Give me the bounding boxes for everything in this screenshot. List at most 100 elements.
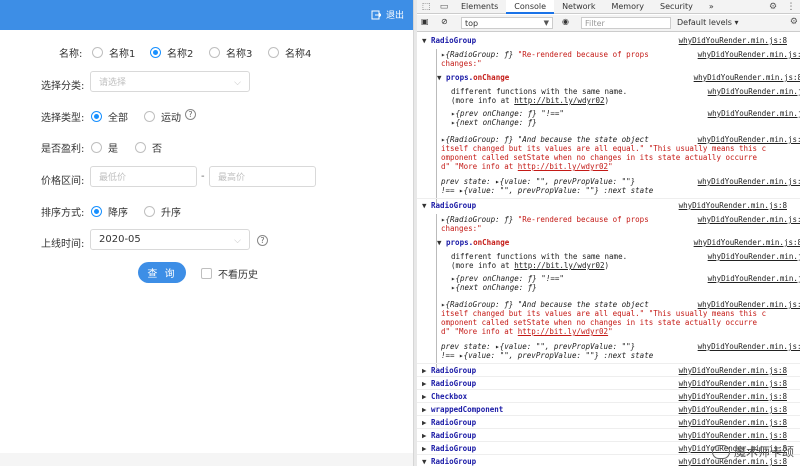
info-link[interactable]: http://bit.ly/wdyr02 bbox=[518, 327, 608, 336]
log-group-header[interactable]: ▼ RadioGroup whyDidYouRender.min.js:8 bbox=[422, 36, 800, 45]
date-value: 2020-05 bbox=[99, 234, 141, 245]
log-object[interactable]: {RadioGroup: ƒ} bbox=[446, 50, 514, 59]
next-state-text[interactable]: !== ▸{value: "", prevPropValue: ""} :nex… bbox=[441, 186, 653, 195]
source-link[interactable]: whyDidYouRender.min.js:8 bbox=[698, 215, 800, 224]
source-link[interactable]: whyDidYouRender.min.js:8 bbox=[679, 418, 787, 427]
kebab-menu-icon[interactable]: ⋮ bbox=[782, 2, 800, 12]
log-group-collapsed[interactable]: ▶ RadioGroup whyDidYouRender.min.js:8 bbox=[422, 379, 800, 388]
source-link[interactable]: whyDidYouRender.min.js:8 bbox=[679, 379, 787, 388]
console-filter-input[interactable]: Filter bbox=[581, 17, 671, 29]
prev-state-text[interactable]: prev state: ▸{value: "", prevPropValue: … bbox=[441, 342, 635, 351]
info-link[interactable]: http://bit.ly/wdyr02 bbox=[518, 162, 608, 171]
log-group-collapsed[interactable]: ▶ RadioGroup whyDidYouRender.min.js:8 bbox=[422, 366, 800, 375]
prop-name: onChange bbox=[473, 73, 510, 82]
query-button[interactable]: 查 询 bbox=[138, 262, 186, 283]
question-icon[interactable]: ? bbox=[185, 109, 196, 120]
log-group-header[interactable]: ▼ RadioGroup whyDidYouRender.min.js:8 bbox=[422, 201, 800, 210]
info-link[interactable]: http://bit.ly/wdyr02 bbox=[514, 96, 604, 105]
price-max-input[interactable]: 最高价 bbox=[209, 166, 316, 187]
radio-name-1[interactable]: 名称1 bbox=[92, 45, 135, 60]
radio-type-sport[interactable]: 运动 bbox=[144, 109, 181, 124]
clear-console-icon[interactable]: ⊘ bbox=[441, 17, 448, 26]
source-link[interactable]: whyDidYouRender.min.js:8 bbox=[679, 36, 787, 45]
log-line: (more info at http://bit.ly/wdyr02) bbox=[451, 96, 800, 105]
source-link[interactable]: whyDidYouRender.min.js:8 bbox=[679, 431, 787, 440]
tab-memory[interactable]: Memory bbox=[603, 0, 652, 14]
app-panel: 退出 名称: 名称1 名称2 名称3 名称4 选择分类: 请选择 ⌵ 选择类型:… bbox=[0, 0, 413, 466]
source-link[interactable]: whyDidYouRender.min.js:8 bbox=[708, 274, 800, 283]
log-subgroup-header[interactable]: ▼ props.onChange whyDidYouRender.min.js:8 bbox=[437, 73, 800, 82]
log-object[interactable]: {prev onChange: ƒ} "!==" bbox=[456, 109, 564, 118]
log-line: omponent called setState when no changes… bbox=[441, 318, 758, 327]
console-log: ▼ RadioGroup whyDidYouRender.min.js:8 ▸{R… bbox=[417, 33, 800, 466]
source-link[interactable]: whyDidYouRender.min.js:8 bbox=[698, 50, 800, 59]
console-settings-icon[interactable]: ⚙ bbox=[790, 17, 798, 27]
radio-name-4[interactable]: 名称4 bbox=[268, 45, 311, 60]
source-link[interactable]: whyDidYouRender.min.js:8 bbox=[679, 392, 787, 401]
log-group-collapsed[interactable]: ▶ wrappedComponent whyDidYouRender.min.js… bbox=[422, 405, 800, 414]
logout-button[interactable]: 退出 bbox=[371, 8, 404, 21]
source-link[interactable]: whyDidYouRender.min.js:8 bbox=[698, 177, 800, 186]
log-object[interactable]: {RadioGroup: ƒ} "And because the state o… bbox=[446, 300, 649, 309]
question-icon[interactable]: ? bbox=[257, 235, 268, 246]
radio-name-2[interactable]: 名称2 bbox=[150, 45, 193, 60]
source-link[interactable]: whyDidYouRender.min.js:8 bbox=[694, 73, 800, 82]
log-line: changes:" bbox=[441, 224, 800, 233]
settings-gear-icon[interactable]: ⚙ bbox=[764, 2, 782, 12]
source-link[interactable]: whyDidYouRender.min.js:8 bbox=[698, 300, 800, 309]
logout-icon bbox=[371, 10, 381, 19]
radio-type-all[interactable]: 全部 bbox=[91, 109, 128, 124]
next-state-text[interactable]: !== ▸{value: "", prevPropValue: ""} :nex… bbox=[441, 351, 653, 360]
category-select[interactable]: 请选择 ⌵ bbox=[90, 71, 250, 92]
log-object[interactable]: {prev onChange: ƒ} "!==" bbox=[456, 274, 564, 283]
group-title: RadioGroup bbox=[431, 457, 477, 466]
source-link[interactable]: whyDidYouRender.min.js:8 bbox=[708, 252, 800, 261]
prev-state-text[interactable]: prev state: ▸{value: "", prevPropValue: … bbox=[441, 177, 635, 186]
source-link[interactable]: whyDidYouRender.min.js:8 bbox=[698, 342, 800, 351]
eye-icon[interactable]: ◉ bbox=[562, 17, 569, 26]
radio-sort-desc[interactable]: 降序 bbox=[91, 204, 128, 219]
tab-security[interactable]: Security bbox=[652, 0, 701, 14]
tab-network[interactable]: Network bbox=[554, 0, 603, 14]
inspect-icon[interactable]: ⬚ bbox=[417, 2, 435, 12]
source-link[interactable]: whyDidYouRender.min.js:8 bbox=[708, 87, 800, 96]
log-object[interactable]: {RadioGroup: ƒ} "And because the state o… bbox=[446, 135, 649, 144]
source-link[interactable]: whyDidYouRender.min.js:8 bbox=[708, 109, 800, 118]
date-label: 上线时间: bbox=[41, 239, 85, 250]
source-link[interactable]: whyDidYouRender.min.js:8 bbox=[679, 201, 787, 210]
log-object[interactable]: {next onChange: ƒ} bbox=[456, 118, 537, 127]
log-object[interactable]: {RadioGroup: ƒ} bbox=[446, 215, 514, 224]
log-levels-select[interactable]: Default levels ▾ bbox=[677, 17, 739, 29]
tab-console[interactable]: Console bbox=[506, 0, 555, 14]
name-label: 名称: bbox=[59, 49, 83, 60]
sidebar-toggle-icon[interactable]: ▣ bbox=[421, 17, 429, 26]
log-group-collapsed[interactable]: ▶ RadioGroup whyDidYouRender.min.js:8 bbox=[422, 431, 800, 440]
device-toggle-icon[interactable]: ▭ bbox=[435, 2, 453, 12]
source-link[interactable]: whyDidYouRender.min.js:8 bbox=[679, 366, 787, 375]
source-link[interactable]: whyDidYouRender.min.js:8 bbox=[698, 135, 800, 144]
log-group-collapsed[interactable]: ▶ RadioGroup whyDidYouRender.min.js:8 bbox=[422, 418, 800, 427]
log-group-collapsed[interactable]: ▶ Checkbox whyDidYouRender.min.js:8 bbox=[422, 392, 800, 401]
radio-sort-desc-label: 降序 bbox=[108, 208, 128, 219]
price-range-dash: - bbox=[201, 171, 205, 182]
source-link[interactable]: whyDidYouRender.min.js:8 bbox=[694, 238, 800, 247]
radio-profit-no[interactable]: 否 bbox=[135, 140, 162, 155]
log-line: ▸{next onChange: ƒ} bbox=[451, 283, 800, 292]
radio-sort-asc[interactable]: 升序 bbox=[144, 204, 181, 219]
radio-name-3[interactable]: 名称3 bbox=[209, 45, 252, 60]
group-title: RadioGroup bbox=[431, 431, 477, 440]
date-picker[interactable]: 2020-05 ⌵ bbox=[90, 229, 250, 250]
no-history-checkbox[interactable]: 不看历史 bbox=[201, 266, 258, 281]
log-text: " bbox=[608, 327, 613, 336]
source-link[interactable]: whyDidYouRender.min.js:8 bbox=[679, 405, 787, 414]
log-object[interactable]: {next onChange: ƒ} bbox=[456, 283, 537, 292]
price-min-input[interactable]: 最低价 bbox=[90, 166, 197, 187]
log-string: changes:" bbox=[441, 224, 482, 233]
radio-profit-yes[interactable]: 是 bbox=[91, 140, 118, 155]
context-select[interactable]: top ▼ bbox=[461, 17, 553, 29]
tab-elements[interactable]: Elements bbox=[453, 0, 506, 14]
radio-profit-no-label: 否 bbox=[152, 144, 162, 155]
log-subgroup-header[interactable]: ▼ props.onChange whyDidYouRender.min.js:8 bbox=[437, 238, 800, 247]
more-tabs-button[interactable]: » bbox=[701, 0, 722, 14]
info-link[interactable]: http://bit.ly/wdyr02 bbox=[514, 261, 604, 270]
